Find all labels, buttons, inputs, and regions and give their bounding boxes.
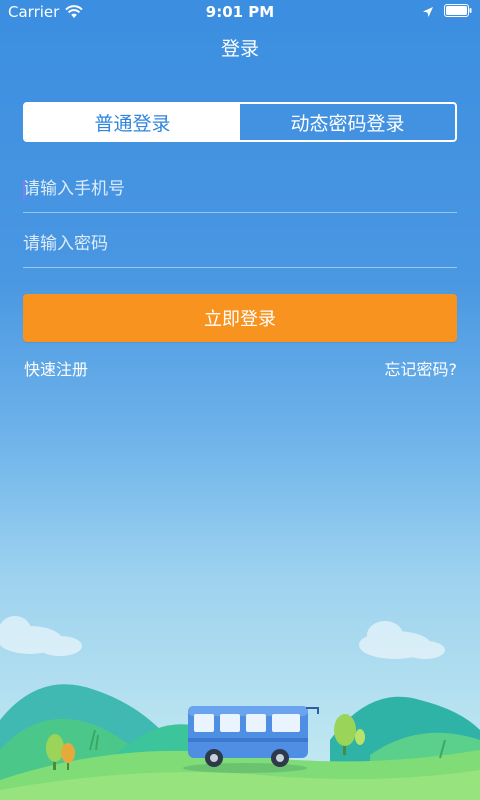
status-bar: Carrier 9:01 PM — [0, 0, 480, 24]
password-field — [23, 221, 457, 268]
landscape-illustration — [0, 590, 480, 800]
tab-dynamic-password-login-label: 动态密码登录 — [290, 112, 405, 135]
password-input[interactable] — [23, 234, 457, 254]
cloud-left — [0, 616, 82, 656]
register-link[interactable]: 快速注册 — [24, 356, 88, 380]
status-time: 9:01 PM — [205, 3, 275, 21]
forgot-password-link[interactable]: 忘记密码? — [385, 356, 458, 380]
location-arrow-icon — [422, 4, 434, 17]
page-title: 登录 — [220, 38, 259, 60]
phone-field — [23, 166, 457, 213]
login-mode-segmented-control: 普通登录 动态密码登录 — [23, 102, 457, 142]
cloud-right — [359, 621, 445, 659]
text-caret — [23, 180, 25, 200]
tab-normal-login-label: 普通登录 — [94, 112, 171, 135]
login-button[interactable]: 立即登录 — [23, 294, 457, 342]
battery-icon — [444, 3, 472, 17]
phone-input[interactable] — [23, 179, 457, 199]
tab-normal-login[interactable]: 普通登录 — [25, 104, 240, 140]
tab-dynamic-password-login[interactable]: 动态密码登录 — [240, 104, 455, 140]
status-right-icons — [422, 3, 472, 17]
